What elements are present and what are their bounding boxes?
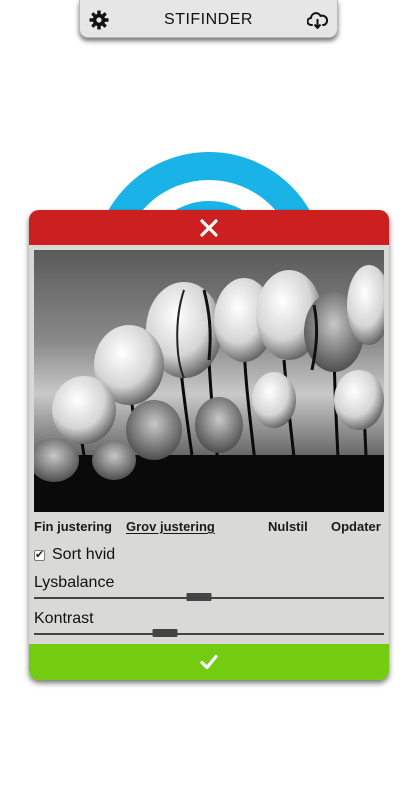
light-balance-slider[interactable]	[34, 592, 384, 604]
slider-handle[interactable]	[152, 629, 178, 637]
app-title: STIFINDER	[164, 11, 253, 28]
slider-handle[interactable]	[186, 593, 211, 601]
checkmark-small-icon: ✔	[35, 548, 45, 561]
bw-checkbox[interactable]: ✔	[34, 548, 45, 561]
slider-track	[34, 633, 384, 635]
checkmark-icon	[200, 654, 218, 670]
close-icon	[200, 218, 218, 237]
top-bar: STIFINDER	[79, 0, 338, 38]
image-adjust-dialog: Fin justering Grov justering Nulstil Opd…	[29, 210, 389, 680]
preview-image	[34, 250, 384, 512]
bw-option: ✔ Sort hvid	[34, 544, 115, 566]
contrast-label: Kontrast	[34, 610, 94, 627]
confirm-button[interactable]	[29, 644, 389, 680]
tab-coarse-adjust[interactable]: Grov justering	[126, 519, 215, 534]
light-balance-label: Lysbalance	[34, 574, 115, 591]
bw-checkbox-label[interactable]: Sort hvid	[52, 546, 115, 564]
cloud-download-icon[interactable]	[306, 10, 329, 30]
reset-button[interactable]: Nulstil	[268, 519, 308, 534]
contrast-slider[interactable]	[34, 628, 384, 640]
update-button[interactable]: Opdater	[331, 519, 381, 534]
close-button[interactable]	[29, 210, 389, 245]
tab-fine-adjust[interactable]: Fin justering	[34, 519, 112, 534]
adjust-tabs: Fin justering Grov justering Nulstil Opd…	[34, 519, 384, 539]
